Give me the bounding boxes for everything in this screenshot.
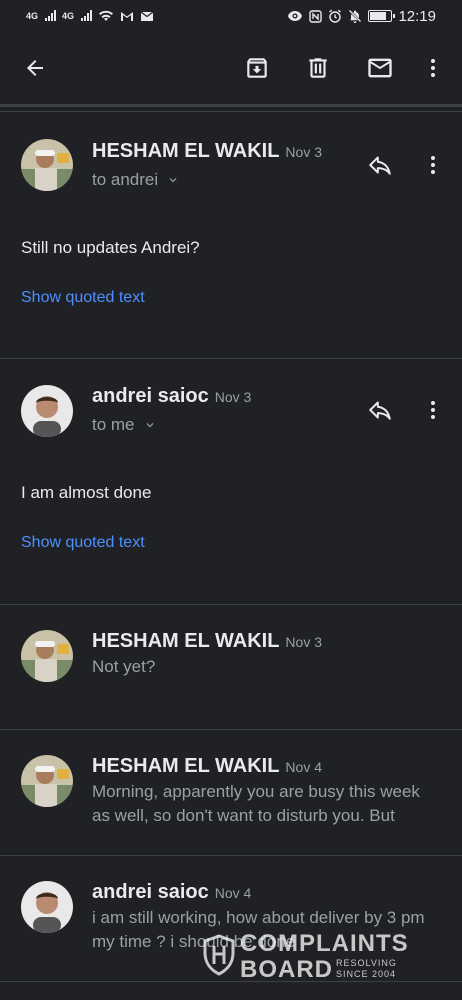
- message-date: Nov 3: [214, 389, 252, 405]
- wifi-icon: [99, 10, 114, 21]
- signal-icon: [45, 10, 57, 21]
- battery-level: [370, 12, 386, 20]
- message-toolbar: [0, 38, 462, 98]
- arrow-back-icon: [27, 60, 43, 76]
- reply-icon: [369, 156, 391, 175]
- message-date: Nov 4: [285, 759, 322, 775]
- sender-name-text: HESHAM EL WAKIL: [92, 630, 280, 652]
- sender-name-text: andrei saioc: [92, 385, 209, 407]
- sender-name-text: HESHAM EL WAKIL: [92, 140, 280, 162]
- watermark-tagline: RESOLVING SINCE 2004: [336, 958, 397, 980]
- delete-button[interactable]: [301, 51, 335, 85]
- network-indicator-2: 4G: [62, 10, 75, 21]
- message-date: Nov 3: [285, 634, 322, 650]
- avatar[interactable]: [21, 630, 73, 682]
- delete-icon: [309, 58, 327, 78]
- message-date: Nov 3: [285, 144, 322, 160]
- sender-name-text: andrei saioc: [92, 881, 209, 903]
- gmail-notification-icon: [121, 11, 134, 21]
- status-bar: 4G 4G 12:19: [0, 0, 462, 32]
- show-quoted-text-link[interactable]: Show quoted text: [21, 534, 145, 552]
- avatar[interactable]: [21, 881, 73, 933]
- watermark-line2: BOARD: [240, 956, 333, 983]
- chevron-down-icon: [169, 178, 177, 183]
- recipient-text: to andrei: [92, 170, 159, 189]
- email-notification-icon: [140, 11, 154, 21]
- avatar[interactable]: [21, 385, 73, 437]
- back-button[interactable]: [18, 51, 52, 85]
- sender-name-text: HESHAM EL WAKIL: [92, 755, 280, 777]
- toolbar-divider: [0, 104, 462, 107]
- watermark-logo: COMPLAINTS BOARD RESOLVING SINCE 2004: [200, 930, 430, 983]
- sender-name: andrei saioc Nov 3: [92, 385, 251, 408]
- avatar[interactable]: [21, 139, 73, 191]
- message-collapsed[interactable]: HESHAM EL WAKIL Nov 3 Not yet?: [0, 605, 462, 729]
- message-collapsed[interactable]: HESHAM EL WAKIL Nov 4 Morning, apparently…: [0, 730, 462, 855]
- network-indicator-1: 4G: [26, 10, 39, 21]
- toolbar-more-button[interactable]: [416, 51, 450, 85]
- status-time: 12:19: [398, 7, 436, 25]
- mark-unread-button[interactable]: [363, 51, 397, 85]
- message-more-button[interactable]: [417, 394, 449, 426]
- sender-name: andrei saioc Nov 4: [92, 881, 251, 904]
- alarm-icon: [329, 9, 342, 23]
- sender-name: HESHAM EL WAKIL Nov 3: [92, 630, 322, 653]
- message-snippet: Morning, apparently you are busy this we…: [92, 782, 420, 825]
- more-vert-icon: [431, 401, 435, 419]
- status-right: 12:19: [287, 8, 436, 25]
- eye-icon: [288, 11, 303, 21]
- message-date: Nov 4: [214, 885, 252, 901]
- message-body: Still no updates Andrei?: [21, 238, 200, 257]
- more-vert-icon: [431, 59, 435, 77]
- message-body: I am almost done: [21, 483, 152, 502]
- message-more-button[interactable]: [417, 149, 449, 181]
- watermark-tag2: SINCE 2004: [336, 969, 397, 979]
- shield-icon: [203, 934, 235, 976]
- status-left: 4G 4G: [26, 10, 154, 22]
- recipient-text: to me: [92, 415, 135, 434]
- nfc-icon: [309, 9, 323, 23]
- chevron-down-icon: [146, 423, 154, 428]
- archive-icon: [247, 58, 267, 78]
- reply-button[interactable]: [364, 394, 396, 426]
- sender-name: HESHAM EL WAKIL Nov 3: [92, 140, 322, 163]
- battery-icon: [368, 10, 396, 22]
- avatar[interactable]: [21, 755, 73, 807]
- archive-button[interactable]: [240, 51, 274, 85]
- reply-button[interactable]: [364, 149, 396, 181]
- watermark-tag1: RESOLVING: [336, 958, 397, 968]
- more-vert-icon: [431, 156, 435, 174]
- recipient-details-toggle[interactable]: to andrei: [92, 170, 180, 190]
- show-quoted-text-link[interactable]: Show quoted text: [21, 289, 145, 307]
- recipient-details-toggle[interactable]: to me: [92, 415, 157, 435]
- message-expanded[interactable]: HESHAM EL WAKIL Nov 3 to andrei Still no …: [0, 112, 462, 358]
- watermark-line1: COMPLAINTS: [240, 930, 409, 957]
- signal-icon-2: [81, 10, 93, 21]
- sender-name: HESHAM EL WAKIL Nov 4: [92, 755, 322, 778]
- do-not-disturb-icon: [349, 9, 362, 23]
- mail-icon: [368, 58, 392, 78]
- message-expanded[interactable]: andrei saioc Nov 3 to me I am almost done…: [0, 359, 462, 604]
- message-snippet: Not yet?: [92, 657, 156, 676]
- reply-icon: [369, 401, 391, 420]
